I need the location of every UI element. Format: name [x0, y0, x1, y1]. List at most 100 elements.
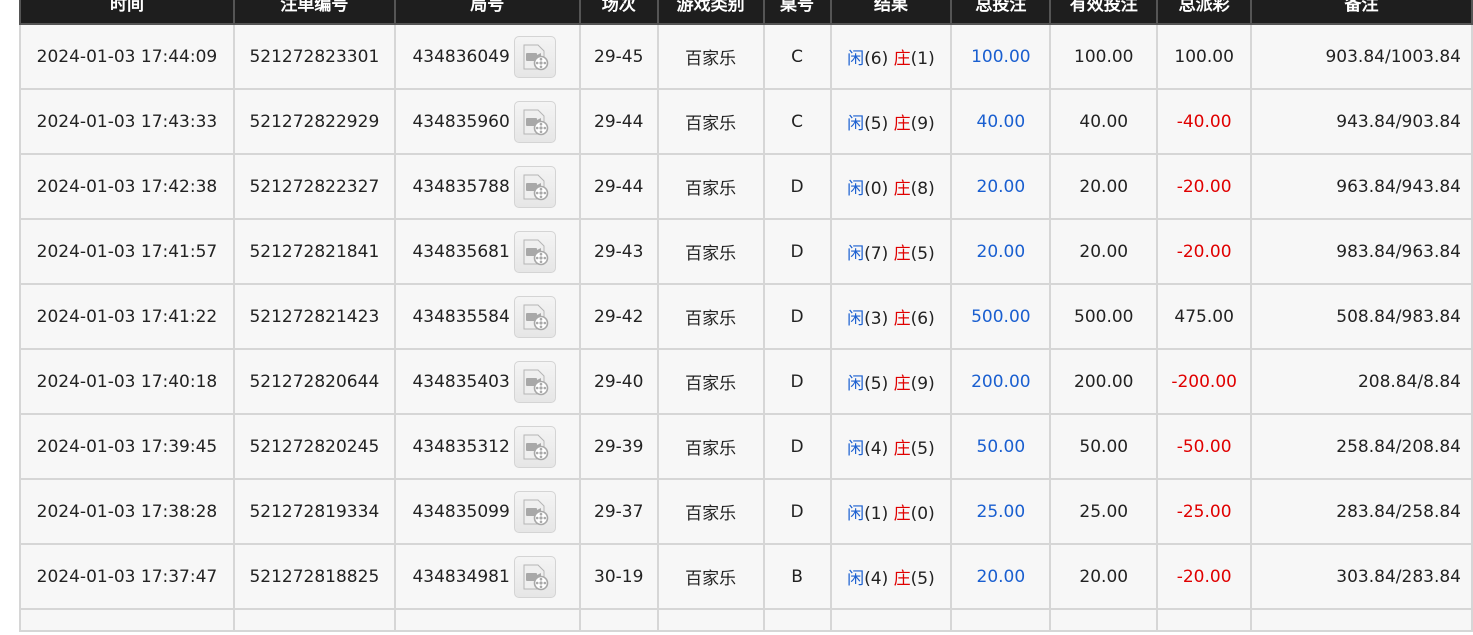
cell-time: 2024-01-03 17:41:57	[19, 218, 235, 285]
cell-session: 29-45	[578, 23, 659, 90]
cell-table-no: C	[762, 88, 832, 155]
round-id-text: 434835681	[412, 241, 510, 262]
cell-valid-bet: 20.00	[1049, 543, 1159, 610]
result-player-score: (3)	[864, 309, 889, 329]
cell-bet-id: 521272818825	[232, 543, 396, 610]
header-round-id: 局号	[393, 0, 581, 25]
cell-remark: 983.84/963.84	[1250, 218, 1473, 285]
cell-result: 闲(5) 庄(9)	[829, 88, 953, 155]
empty-cell	[762, 608, 832, 632]
result-player-score: (0)	[864, 179, 889, 199]
bet-history-table: 时间 注单编号 局号 场次 游戏类别 桌号 结果 总投注 有效投注 总派彩 备注…	[19, 0, 1473, 632]
video-replay-button[interactable]	[513, 295, 556, 338]
cell-time: 2024-01-03 17:38:28	[19, 478, 235, 545]
result-banker-label: 庄	[893, 179, 911, 199]
cell-valid-bet: 20.00	[1049, 153, 1159, 220]
result-banker-score: (0)	[910, 504, 935, 524]
cell-total-bet[interactable]: 100.00	[950, 23, 1052, 90]
result-player-score: (5)	[864, 114, 889, 134]
video-replay-icon	[523, 564, 549, 590]
result-player-score: (4)	[864, 439, 889, 459]
table-row: 2024-01-03 17:40:18 521272820644 4348354…	[19, 348, 1473, 415]
cell-total-bet[interactable]: 200.00	[950, 348, 1052, 415]
video-replay-icon	[523, 369, 549, 395]
cell-game-type: 百家乐	[656, 23, 765, 90]
cell-payout: -20.00	[1156, 218, 1253, 285]
result-banker-label: 庄	[893, 504, 911, 524]
cell-total-bet[interactable]: 20.00	[950, 153, 1052, 220]
cell-result: 闲(1) 庄(0)	[829, 478, 953, 545]
cell-game-type: 百家乐	[656, 153, 765, 220]
cell-remark: 903.84/1003.84	[1250, 23, 1473, 90]
cell-round-id: 434836049	[393, 23, 581, 90]
cell-game-type: 百家乐	[656, 88, 765, 155]
video-replay-button[interactable]	[513, 360, 556, 403]
cell-round-id: 434835099	[393, 478, 581, 545]
cell-table-no: D	[762, 413, 832, 480]
video-replay-icon	[523, 109, 549, 135]
video-replay-button[interactable]	[513, 425, 556, 468]
result-player-label: 闲	[847, 439, 865, 459]
result-banker-label: 庄	[893, 569, 911, 589]
cell-total-bet[interactable]: 40.00	[950, 88, 1052, 155]
round-id-text: 434835099	[412, 501, 510, 522]
table-row: 2024-01-03 17:37:47 521272818825 4348349…	[19, 543, 1473, 610]
cell-total-bet[interactable]: 500.00	[950, 283, 1052, 350]
cell-remark: 303.84/283.84	[1250, 543, 1473, 610]
cell-total-bet[interactable]: 20.00	[950, 543, 1052, 610]
round-id-group: 434835099	[412, 490, 556, 533]
cell-game-type: 百家乐	[656, 413, 765, 480]
video-replay-button[interactable]	[513, 555, 556, 598]
table-row-partial	[19, 608, 1473, 632]
header-time: 时间	[19, 0, 235, 25]
cell-game-type: 百家乐	[656, 218, 765, 285]
header-game-type: 游戏类别	[656, 0, 765, 25]
cell-round-id: 434835403	[393, 348, 581, 415]
cell-total-bet[interactable]: 25.00	[950, 478, 1052, 545]
cell-time: 2024-01-03 17:40:18	[19, 348, 235, 415]
cell-game-type: 百家乐	[656, 543, 765, 610]
empty-cell	[578, 608, 659, 632]
cell-valid-bet: 40.00	[1049, 88, 1159, 155]
cell-game-type: 百家乐	[656, 348, 765, 415]
cell-total-bet[interactable]: 50.00	[950, 413, 1052, 480]
empty-cell	[829, 608, 953, 632]
cell-total-bet[interactable]: 20.00	[950, 218, 1052, 285]
round-id-group: 434835681	[412, 230, 556, 273]
video-replay-button[interactable]	[513, 100, 556, 143]
cell-session: 30-19	[578, 543, 659, 610]
video-replay-button[interactable]	[513, 490, 556, 533]
cell-result: 闲(0) 庄(8)	[829, 153, 953, 220]
result-banker-score: (9)	[910, 114, 935, 134]
cell-result: 闲(6) 庄(1)	[829, 23, 953, 90]
cell-table-no: D	[762, 218, 832, 285]
cell-bet-id: 521272822929	[232, 88, 396, 155]
video-replay-button[interactable]	[513, 230, 556, 273]
header-total-bet: 总投注	[950, 0, 1052, 25]
result-player-score: (6)	[864, 49, 889, 69]
cell-game-type: 百家乐	[656, 478, 765, 545]
empty-cell	[19, 608, 235, 632]
empty-cell	[1156, 608, 1253, 632]
cell-time: 2024-01-03 17:42:38	[19, 153, 235, 220]
cell-table-no: B	[762, 543, 832, 610]
round-id-text: 434835960	[412, 111, 510, 132]
empty-cell	[232, 608, 396, 632]
round-id-text: 434835788	[412, 176, 510, 197]
result-player-score: (4)	[864, 569, 889, 589]
video-replay-button[interactable]	[513, 165, 556, 208]
result-player-label: 闲	[847, 504, 865, 524]
cell-valid-bet: 25.00	[1049, 478, 1159, 545]
round-id-group: 434834981	[412, 555, 556, 598]
cell-remark: 283.84/258.84	[1250, 478, 1473, 545]
cell-payout: 475.00	[1156, 283, 1253, 350]
video-replay-button[interactable]	[513, 35, 556, 78]
empty-cell	[1049, 608, 1159, 632]
cell-table-no: D	[762, 283, 832, 350]
table-row: 2024-01-03 17:44:09 521272823301 4348360…	[19, 23, 1473, 90]
cell-payout: -50.00	[1156, 413, 1253, 480]
result-banker-score: (5)	[910, 244, 935, 264]
video-replay-icon	[523, 174, 549, 200]
cell-round-id: 434834981	[393, 543, 581, 610]
video-replay-icon	[523, 239, 549, 265]
